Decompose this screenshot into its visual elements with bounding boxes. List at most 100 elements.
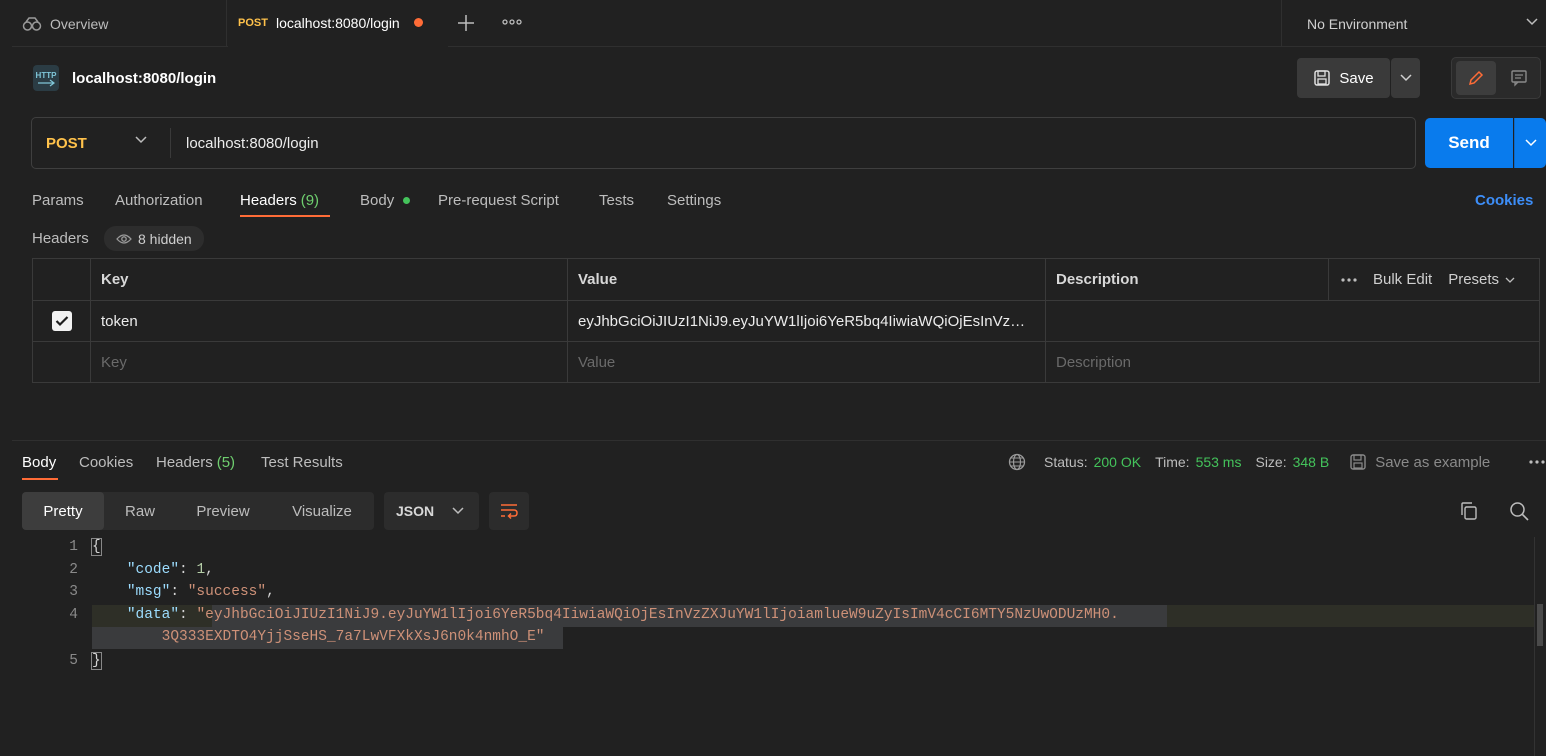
more-options-icon[interactable] (1341, 277, 1357, 282)
save-options-button[interactable] (1391, 58, 1420, 98)
save-as-example-label: Save as example (1375, 453, 1491, 471)
method-select[interactable]: POST (46, 118, 87, 168)
tab-body[interactable]: Body (360, 186, 411, 214)
response-divider[interactable] (12, 440, 1546, 441)
json-key: "code" (126, 562, 180, 578)
environment-select[interactable]: No Environment (1281, 0, 1546, 47)
scrollbar-thumb[interactable] (1537, 604, 1543, 646)
save-as-example-button[interactable]: Save as example (1349, 453, 1490, 471)
environment-label: No Environment (1307, 15, 1408, 32)
presets-dropdown[interactable]: Presets (1448, 271, 1515, 288)
response-tab-cookies[interactable]: Cookies (79, 450, 133, 474)
view-visualize-button[interactable]: Visualize (270, 492, 374, 530)
code-line: } (91, 652, 102, 670)
tab-login-request[interactable]: POST localhost:8080/login (228, 0, 448, 47)
response-tab-headers[interactable]: Headers (5) (156, 450, 235, 474)
url-bar: POST (31, 117, 1416, 169)
vertical-scrollbar[interactable] (1534, 537, 1546, 756)
save-button[interactable]: Save (1297, 58, 1390, 98)
response-status-bar: Status: 200 OK Time: 553 ms Size: 348 B … (1008, 450, 1490, 474)
tab-login-label: localhost:8080/login (275, 14, 400, 31)
code-line-wrapped: 3Q333EXDTO4YjjSseHS_7a7LwVFXkXsJ6n0k4nmh… (92, 629, 545, 645)
response-tab-test-results-label: Test Results (261, 453, 343, 471)
comments-button[interactable] (1499, 61, 1539, 95)
more-tabs-icon[interactable] (502, 16, 522, 28)
status-value[interactable]: 200 OK (1094, 454, 1141, 470)
chevron-down-icon (1399, 74, 1412, 82)
time-value[interactable]: 553 ms (1196, 454, 1242, 470)
send-button[interactable]: Send (1425, 118, 1513, 168)
active-tab-indicator (240, 215, 330, 217)
json-key: "data" (126, 607, 180, 623)
cookies-link[interactable]: Cookies (1475, 186, 1533, 214)
view-preview-button[interactable]: Preview (176, 492, 270, 530)
json-value: "eyJhbGciOiJIUzI1NiJ9.eyJuYW1lIjoi6YeR5b… (196, 607, 1119, 623)
new-key-input[interactable]: Key (91, 342, 568, 383)
wrap-lines-button[interactable] (489, 492, 529, 530)
tab-bar: Overview POST localhost:8080/login No En… (12, 0, 1546, 47)
chevron-down-icon (452, 507, 464, 515)
tab-params-label: Params (32, 191, 84, 209)
new-tab-plus-icon[interactable] (455, 12, 477, 34)
tab-headers-count: (9) (300, 191, 320, 209)
tab-overview-label: Overview (50, 15, 109, 32)
save-label: Save (1339, 69, 1374, 87)
status-label: Status: (1044, 454, 1088, 470)
new-value-input[interactable]: Value (568, 342, 1046, 383)
tab-settings[interactable]: Settings (667, 186, 721, 214)
line-number: 4 (69, 607, 78, 623)
format-select[interactable]: JSON (384, 492, 479, 530)
table-header-checkbox-col (33, 259, 91, 301)
response-view-toggle: Pretty Raw Preview Visualize (22, 492, 374, 530)
tab-prerequest-label: Pre-request Script (438, 191, 559, 209)
search-icon[interactable] (1508, 500, 1530, 522)
bulk-edit-button[interactable]: Bulk Edit (1373, 271, 1432, 288)
request-title-text[interactable]: localhost:8080/login (72, 70, 216, 87)
column-header-key: Key (91, 259, 568, 301)
tab-prerequest-script[interactable]: Pre-request Script (438, 186, 559, 214)
header-value-cell[interactable]: eyJhbGciOiJIUzI1NiJ9.eyJuYW1lIjoi6YeR5bq… (568, 301, 1046, 342)
close-brace: } (91, 652, 102, 670)
tab-overview[interactable]: Overview (12, 0, 227, 47)
svg-text:HTTP: HTTP (36, 71, 58, 80)
header-description-cell[interactable] (1046, 301, 1540, 342)
save-icon (1313, 69, 1331, 87)
line-number: 1 (69, 539, 78, 555)
time-label: Time: (1155, 454, 1190, 470)
overview-icon (22, 16, 42, 32)
tab-params[interactable]: Params (32, 186, 84, 214)
view-pretty-button[interactable]: Pretty (22, 492, 104, 530)
size-label: Size: (1255, 454, 1287, 470)
code-line: "code": 1, (126, 562, 214, 578)
response-tab-test-results[interactable]: Test Results (261, 450, 343, 474)
line-number: 5 (69, 653, 78, 669)
copy-icon[interactable] (1458, 500, 1480, 522)
chevron-down-icon (135, 136, 147, 144)
headers-section-label: Headers (32, 229, 89, 247)
response-tab-body-label: Body (22, 453, 57, 471)
globe-icon[interactable] (1008, 453, 1026, 471)
send-options-button[interactable] (1514, 118, 1546, 168)
size-value[interactable]: 348 B (1293, 454, 1330, 470)
header-enabled-checkbox[interactable] (51, 311, 72, 331)
view-raw-button[interactable]: Raw (104, 492, 176, 530)
response-body-editor[interactable]: 1 { 2 "code": 1, 3 "msg": "success", 4 "… (12, 537, 1543, 756)
url-input[interactable] (186, 118, 1386, 168)
hidden-headers-toggle[interactable]: 8 hidden (104, 226, 204, 251)
json-value-continued: 3Q333EXDTO4YjjSseHS_7a7LwVFXkXsJ6n0k4nmh… (161, 629, 545, 645)
new-description-input[interactable]: Description (1046, 342, 1540, 383)
tab-headers-label: Headers (240, 191, 297, 209)
tab-tests[interactable]: Tests (599, 186, 634, 214)
response-tab-body[interactable]: Body (22, 450, 56, 474)
table-row-checkbox-cell (33, 301, 91, 342)
tab-authorization-label: Authorization (115, 191, 203, 209)
header-key-cell[interactable]: token (91, 301, 568, 342)
tab-authorization[interactable]: Authorization (115, 186, 203, 214)
presets-label: Presets (1448, 271, 1500, 288)
save-icon (1349, 453, 1367, 471)
column-header-description: Description (1046, 259, 1329, 301)
response-tab-headers-label: Headers (156, 453, 213, 471)
response-more-icon[interactable] (1528, 459, 1546, 465)
tab-headers[interactable]: Headers (9) (240, 186, 319, 214)
edit-mode-button[interactable] (1456, 61, 1496, 95)
